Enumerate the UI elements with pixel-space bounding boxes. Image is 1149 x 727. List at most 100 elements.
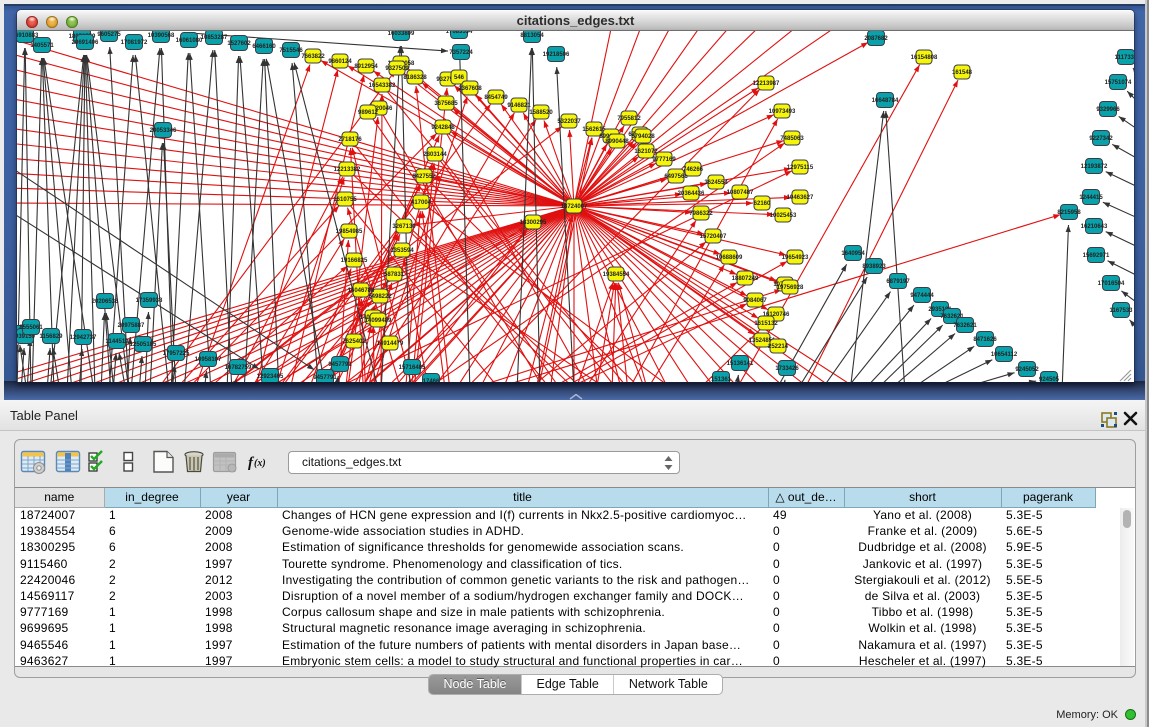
svg-text:9084067: 9084067 <box>743 298 767 304</box>
svg-text:17466: 17466 <box>423 379 440 382</box>
svg-text:1144519: 1144519 <box>105 339 129 345</box>
svg-text:17016504: 17016504 <box>1098 281 1125 287</box>
svg-text:20975887: 20975887 <box>118 323 145 329</box>
svg-text:6879197: 6879197 <box>886 279 910 285</box>
svg-text:7632621: 7632621 <box>953 323 977 329</box>
svg-text:9474444: 9474444 <box>910 293 934 299</box>
svg-text:1117335: 1117335 <box>1115 55 1134 61</box>
svg-text:252214: 252214 <box>768 344 789 350</box>
svg-text:8990448: 8990448 <box>605 139 629 145</box>
svg-text:5498222: 5498222 <box>368 294 392 300</box>
svg-text:20206536: 20206536 <box>92 299 119 305</box>
svg-text:1156829: 1156829 <box>39 334 63 340</box>
svg-text:15720407: 15720407 <box>700 234 727 240</box>
svg-text:17081972: 17081972 <box>121 40 148 46</box>
svg-text:16061080: 16061080 <box>176 38 203 44</box>
svg-text:9227342: 9227342 <box>1089 136 1113 142</box>
svg-text:151361: 151361 <box>711 377 732 382</box>
svg-text:12975115: 12975115 <box>787 165 814 171</box>
svg-text:16046788: 16046788 <box>348 288 375 294</box>
svg-text:9457791: 9457791 <box>328 362 352 368</box>
svg-text:10958107: 10958107 <box>195 357 222 363</box>
svg-text:17957225: 17957225 <box>163 351 190 357</box>
svg-text:7515546: 7515546 <box>279 48 303 54</box>
svg-text:14099489: 14099489 <box>365 318 392 324</box>
svg-text:989612: 989612 <box>358 110 379 116</box>
svg-text:8186328: 8186328 <box>403 75 427 81</box>
svg-text:17683554: 17683554 <box>446 31 473 35</box>
svg-text:8471626: 8471626 <box>973 337 997 343</box>
svg-text:6497568: 6497568 <box>664 174 688 180</box>
svg-text:417004: 417004 <box>411 200 432 206</box>
svg-text:7485063: 7485063 <box>780 136 804 142</box>
svg-text:9146821: 9146821 <box>507 103 531 109</box>
svg-text:1733426: 1733426 <box>775 366 799 372</box>
svg-text:19854985: 19854985 <box>336 229 363 235</box>
svg-text:19756928: 19756928 <box>777 285 804 291</box>
svg-text:15716485: 15716485 <box>399 365 426 371</box>
svg-text:2803144: 2803144 <box>423 152 447 158</box>
svg-text:2718176: 2718176 <box>338 137 362 143</box>
svg-text:9457791: 9457791 <box>313 375 337 381</box>
svg-text:8555061: 8555061 <box>19 325 43 331</box>
svg-text:12213987: 12213987 <box>753 81 780 87</box>
svg-text:8938923: 8938923 <box>862 264 886 270</box>
svg-text:9605275: 9605275 <box>97 32 121 38</box>
svg-text:19654923: 19654923 <box>782 255 809 261</box>
svg-text:1353594: 1353594 <box>390 248 414 254</box>
svg-text:17359938: 17359938 <box>136 298 163 304</box>
svg-text:10390568: 10390568 <box>148 33 175 39</box>
svg-text:6466160: 6466160 <box>252 44 276 50</box>
svg-text:3675685: 3675685 <box>434 101 458 107</box>
svg-text:10853287: 10853287 <box>201 35 228 41</box>
svg-text:14914479: 14914479 <box>377 341 404 347</box>
svg-text:19463627: 19463627 <box>787 195 814 201</box>
svg-text:9777169: 9777169 <box>652 157 676 163</box>
svg-text:5322037: 5322037 <box>557 119 581 125</box>
svg-text:546: 546 <box>454 75 465 81</box>
svg-text:16033809: 16033809 <box>388 31 415 37</box>
svg-text:1405571: 1405571 <box>30 43 54 49</box>
svg-text:9245052: 9245052 <box>1015 367 1039 373</box>
svg-text:9327509: 9327509 <box>385 66 409 72</box>
svg-text:10688609: 10688609 <box>716 255 743 261</box>
svg-text:10807487: 10807487 <box>727 190 754 196</box>
svg-text:12213382: 12213382 <box>334 167 361 173</box>
svg-text:19384554: 19384554 <box>603 272 630 278</box>
svg-text:16154808: 16154808 <box>911 55 938 61</box>
svg-text:19218506: 19218506 <box>543 52 570 58</box>
svg-text:161548: 161548 <box>952 70 973 76</box>
svg-text:16782759: 16782759 <box>225 365 252 371</box>
svg-text:746266: 746266 <box>683 167 704 173</box>
svg-text:10973493: 10973493 <box>769 109 796 115</box>
svg-text:9329966: 9329966 <box>1096 107 1120 113</box>
svg-text:19166825: 19166825 <box>341 258 368 264</box>
svg-text:18807249: 18807249 <box>732 276 759 282</box>
svg-text:7625402: 7625402 <box>342 339 366 345</box>
svg-text:7986322: 7986322 <box>689 211 713 217</box>
svg-text:20691406: 20691406 <box>72 40 99 46</box>
svg-text:10654112: 10654112 <box>991 352 1018 358</box>
svg-text:1610755: 1610755 <box>333 197 357 203</box>
svg-text:9860124: 9860124 <box>328 59 352 65</box>
svg-text:1527602: 1527602 <box>227 41 251 47</box>
svg-text:1615132: 1615132 <box>754 321 778 327</box>
svg-text:16648784: 16648784 <box>872 98 899 104</box>
svg-text:7357224: 7357224 <box>449 50 473 56</box>
svg-text:8813054: 8813054 <box>520 33 544 39</box>
svg-text:924505: 924505 <box>1039 377 1060 382</box>
svg-text:15136141: 15136141 <box>727 361 754 367</box>
svg-text:1621072: 1621072 <box>634 149 658 155</box>
svg-text:8912954: 8912954 <box>354 64 378 70</box>
svg-text:16543382: 16543382 <box>369 83 396 89</box>
svg-text:16210643: 16210643 <box>1081 224 1108 230</box>
svg-text:8454749: 8454749 <box>484 95 508 101</box>
svg-text:7955812: 7955812 <box>617 116 641 122</box>
svg-text:3624554: 3624554 <box>704 180 728 186</box>
svg-text:7663822: 7663822 <box>301 54 325 60</box>
svg-text:20364436: 20364436 <box>678 191 705 197</box>
svg-text:12505185: 12505185 <box>130 342 157 348</box>
svg-text:1640954: 1640954 <box>841 251 865 257</box>
svg-text:1588520: 1588520 <box>529 110 553 116</box>
svg-text:15692971: 15692971 <box>1083 253 1110 259</box>
